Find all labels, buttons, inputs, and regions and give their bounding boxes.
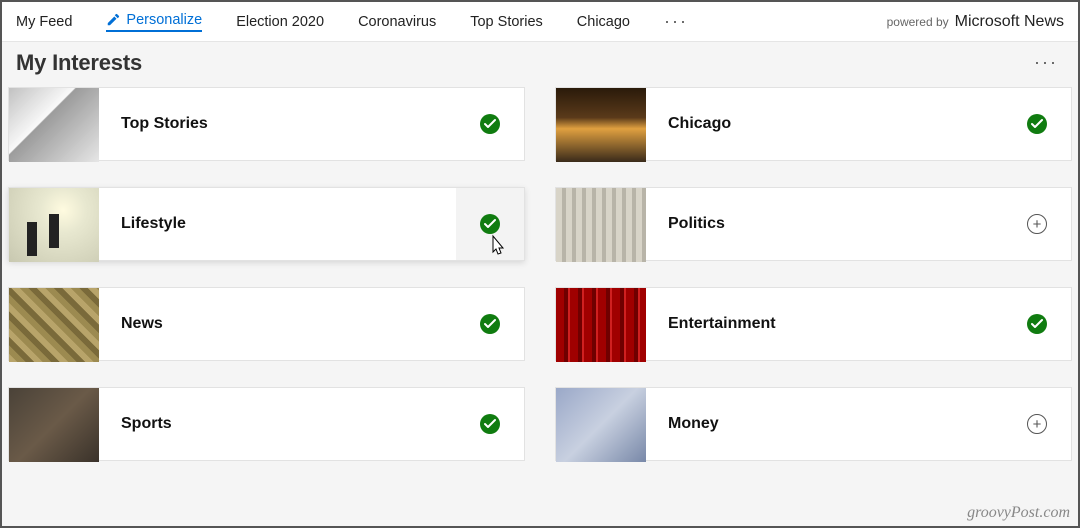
- interest-thumbnail: [9, 188, 99, 262]
- check-icon: [480, 314, 500, 334]
- interest-label: Sports: [99, 388, 456, 460]
- tab-top-stories[interactable]: Top Stories: [470, 14, 543, 30]
- page-title: My Interests: [16, 50, 142, 76]
- check-icon: [480, 114, 500, 134]
- interest-toggle-selected[interactable]: [456, 388, 524, 460]
- interest-toggle-selected[interactable]: [456, 88, 524, 160]
- interest-card[interactable]: Lifestyle: [8, 187, 525, 261]
- tab-label: Personalize: [126, 12, 202, 28]
- interest-card[interactable]: Chicago: [555, 87, 1072, 161]
- interest-label: Politics: [646, 188, 1003, 260]
- powered-by-prefix: powered by: [887, 15, 949, 29]
- interest-label: Lifestyle: [99, 188, 456, 260]
- tab-chicago[interactable]: Chicago: [577, 14, 630, 30]
- interest-card[interactable]: Top Stories: [8, 87, 525, 161]
- tab-coronavirus[interactable]: Coronavirus: [358, 14, 436, 30]
- interest-thumbnail: [9, 288, 99, 362]
- tab-election-2020[interactable]: Election 2020: [236, 14, 324, 30]
- page-more-icon[interactable]: ···: [1028, 48, 1064, 77]
- tab-bar: My Feed Personalize Election 2020 Corona…: [2, 2, 1078, 42]
- interest-label: Money: [646, 388, 1003, 460]
- tabs-more-icon[interactable]: ···: [664, 11, 688, 32]
- check-icon: [480, 214, 500, 234]
- interest-toggle-selected[interactable]: [1003, 288, 1071, 360]
- check-icon: [1027, 314, 1047, 334]
- interest-label: Top Stories: [99, 88, 456, 160]
- interest-thumbnail: [556, 388, 646, 462]
- tab-personalize[interactable]: Personalize: [106, 12, 202, 32]
- interest-toggle-selected[interactable]: [1003, 88, 1071, 160]
- interest-card[interactable]: Politics +: [555, 187, 1072, 261]
- interest-label: Entertainment: [646, 288, 1003, 360]
- watermark: groovyPost.com: [967, 504, 1070, 522]
- plus-icon: +: [1027, 414, 1047, 434]
- interest-label: Chicago: [646, 88, 1003, 160]
- interest-thumbnail: [9, 88, 99, 162]
- interest-toggle-add[interactable]: +: [1003, 188, 1071, 260]
- powered-by-brand: Microsoft News: [955, 13, 1064, 31]
- interest-toggle-add[interactable]: +: [1003, 388, 1071, 460]
- interest-card[interactable]: Entertainment: [555, 287, 1072, 361]
- powered-by: powered by Microsoft News: [887, 2, 1064, 42]
- interest-thumbnail: [9, 388, 99, 462]
- interest-card[interactable]: Sports: [8, 387, 525, 461]
- pencil-icon: [106, 13, 120, 27]
- interest-thumbnail: [556, 188, 646, 262]
- check-icon: [1027, 114, 1047, 134]
- tab-my-feed[interactable]: My Feed: [16, 14, 72, 30]
- interest-toggle-selected[interactable]: [456, 288, 524, 360]
- interests-grid: Top Stories Chicago Lifestyle Politics + News…: [2, 87, 1078, 471]
- interest-label: News: [99, 288, 456, 360]
- interest-thumbnail: [556, 288, 646, 362]
- interest-card[interactable]: Money +: [555, 387, 1072, 461]
- interest-thumbnail: [556, 88, 646, 162]
- interest-card[interactable]: News: [8, 287, 525, 361]
- plus-icon: +: [1027, 214, 1047, 234]
- interest-toggle-selected[interactable]: [456, 188, 524, 260]
- check-icon: [480, 414, 500, 434]
